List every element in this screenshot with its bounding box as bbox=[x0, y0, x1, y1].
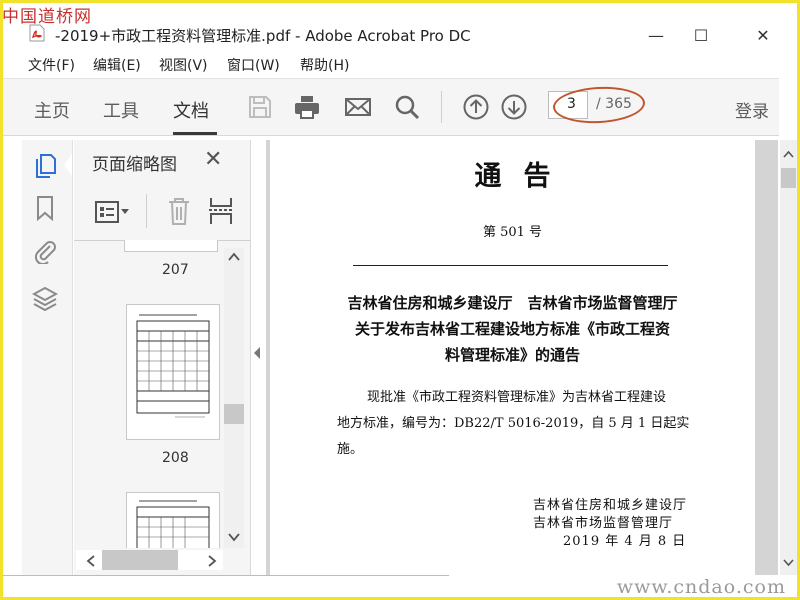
thumbnail-label-208: 208 bbox=[162, 450, 189, 466]
menu-help[interactable]: 帮助(H) bbox=[300, 55, 349, 75]
minimize-button[interactable]: — bbox=[636, 21, 676, 49]
delete-page-icon[interactable] bbox=[166, 196, 192, 226]
window-title: -2019+市政工程资料管理标准.pdf - Adobe Acrobat Pro… bbox=[55, 27, 471, 45]
thumbnail-vertical-scrollbar[interactable] bbox=[224, 248, 244, 548]
doc-signature-line: 2019 年 4 月 8 日 bbox=[563, 534, 687, 549]
collapse-panel-icon[interactable] bbox=[252, 346, 262, 360]
thumbnail-toolbar-separator bbox=[146, 194, 147, 228]
document-page: 通告 第 501 号 吉林省住房和城乡建设厅 吉林省市场监督管理厅 关于发布吉林… bbox=[270, 140, 755, 575]
maximize-button[interactable]: ☐ bbox=[681, 21, 721, 49]
doc-title: 通告 bbox=[474, 161, 573, 192]
watermark-bottom: www.cndao.com bbox=[616, 576, 786, 598]
doc-signature-line: 吉林省市场监督管理厅 bbox=[533, 516, 674, 531]
bookmark-icon[interactable] bbox=[32, 195, 58, 221]
extract-page-icon[interactable] bbox=[208, 196, 234, 226]
menu-window[interactable]: 窗口(W) bbox=[227, 55, 280, 75]
horizontal-scroll-thumb[interactable] bbox=[102, 550, 178, 570]
document-vertical-scrollbar[interactable] bbox=[780, 140, 797, 575]
thumbnail-horizontal-scrollbar[interactable] bbox=[76, 550, 223, 570]
save-icon[interactable] bbox=[246, 93, 274, 121]
thumbnail-panel-title: 页面缩略图 bbox=[92, 155, 177, 175]
login-link[interactable]: 登录 bbox=[735, 97, 769, 122]
page-up-icon[interactable] bbox=[462, 93, 490, 121]
menu-file[interactable]: 文件(F) bbox=[28, 55, 75, 75]
email-icon[interactable] bbox=[344, 93, 372, 121]
tab-tools[interactable]: 工具 bbox=[103, 97, 139, 123]
thumbnail-panel: 页面缩略图 ✕ 207 208 bbox=[74, 140, 251, 575]
tab-document[interactable]: 文档 bbox=[173, 97, 209, 123]
tab-home[interactable]: 主页 bbox=[34, 97, 70, 123]
close-panel-icon[interactable]: ✕ bbox=[204, 147, 222, 172]
doc-heading-line: 吉林省住房和城乡建设厅 吉林省市场监督管理厅 bbox=[347, 294, 678, 312]
left-rail bbox=[22, 140, 73, 575]
thumbnail-page-partial[interactable] bbox=[124, 240, 218, 252]
scroll-thumb[interactable] bbox=[224, 404, 244, 424]
watermark-top: 中国道桥网 bbox=[2, 7, 92, 27]
minimize-icon: — bbox=[648, 25, 664, 45]
search-icon[interactable] bbox=[393, 93, 421, 121]
doc-scroll-down-icon[interactable] bbox=[783, 558, 794, 567]
toolbar: 主页 工具 文档 3 / 365 登录 bbox=[3, 78, 779, 136]
print-icon[interactable] bbox=[293, 93, 321, 121]
panel-pointer bbox=[64, 154, 72, 176]
layers-icon[interactable] bbox=[32, 285, 58, 311]
thumbnail-toolbar bbox=[74, 184, 250, 241]
thumbnail-table-image-2 bbox=[136, 500, 210, 548]
doc-signature-line: 吉林省住房和城乡建设厅 bbox=[533, 498, 688, 513]
scroll-down-icon[interactable] bbox=[228, 532, 240, 542]
doc-scroll-thumb[interactable] bbox=[781, 168, 796, 188]
page-down-icon[interactable] bbox=[500, 93, 528, 121]
attachment-icon[interactable] bbox=[32, 238, 58, 264]
document-area: 通告 第 501 号 吉林省住房和城乡建设厅 吉林省市场监督管理厅 关于发布吉林… bbox=[266, 140, 778, 575]
scroll-left-icon[interactable] bbox=[86, 555, 96, 567]
doc-heading: 吉林省住房和城乡建设厅 吉林省市场监督管理厅 关于发布吉林省工程建设地方标准《市… bbox=[330, 290, 695, 368]
title-bar: -2019+市政工程资料管理标准.pdf - Adobe Acrobat Pro… bbox=[3, 3, 797, 49]
doc-divider bbox=[353, 265, 668, 266]
thumbnail-page-208[interactable] bbox=[126, 304, 220, 440]
status-divider bbox=[3, 575, 449, 576]
maximize-icon: ☐ bbox=[693, 25, 709, 45]
thumbnail-options-icon[interactable] bbox=[94, 200, 130, 224]
thumbnail-label-207: 207 bbox=[162, 262, 189, 278]
toolbar-separator bbox=[441, 91, 442, 123]
thumbnail-page-209[interactable] bbox=[126, 492, 220, 548]
doc-scroll-up-icon[interactable] bbox=[783, 150, 794, 159]
menu-bar: 文件(F) 编辑(E) 视图(V) 窗口(W) 帮助(H) bbox=[3, 52, 779, 74]
thumbnail-table-image bbox=[136, 314, 210, 418]
doc-body-line: 现批准《市政工程资料管理标准》为吉林省工程建设 bbox=[367, 390, 667, 405]
menu-view[interactable]: 视图(V) bbox=[159, 55, 208, 75]
menu-edit[interactable]: 编辑(E) bbox=[93, 55, 141, 75]
active-tab-indicator bbox=[173, 132, 217, 135]
doc-heading-line: 关于发布吉林省工程建设地方标准《市政工程资 bbox=[354, 320, 670, 338]
doc-number: 第 501 号 bbox=[482, 225, 543, 240]
close-icon: ✕ bbox=[756, 25, 770, 45]
doc-heading-line: 料管理标准》的通告 bbox=[444, 346, 580, 364]
doc-body-line: 施。 bbox=[337, 442, 364, 457]
scroll-right-icon[interactable] bbox=[207, 555, 217, 567]
close-button[interactable]: ✕ bbox=[743, 21, 783, 49]
doc-body-line: 地方标准，编号为：DB22/T 5016-2019，自 5 月 1 日起实 bbox=[337, 416, 690, 431]
page-thumbnails-icon[interactable] bbox=[32, 152, 58, 178]
scroll-up-icon[interactable] bbox=[228, 252, 240, 262]
